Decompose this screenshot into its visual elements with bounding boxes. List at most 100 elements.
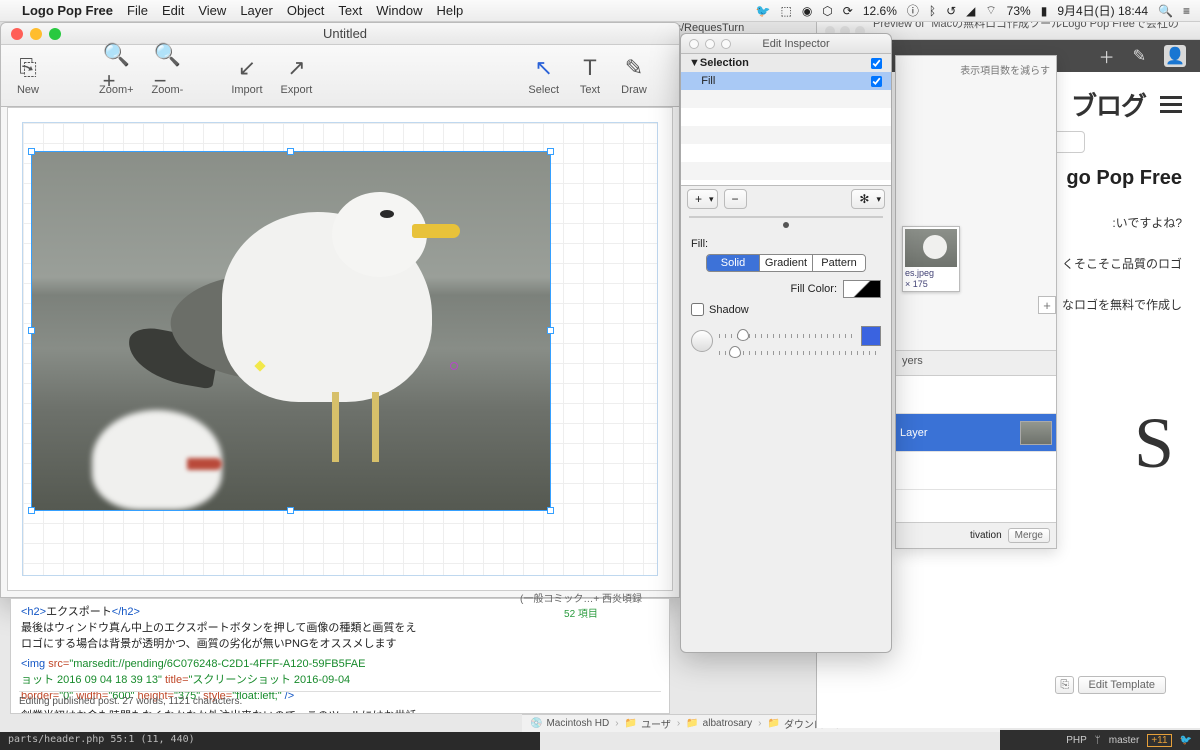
thumb-dimensions: × 175: [905, 278, 957, 289]
clock[interactable]: 9月4日(日) 18:44: [1057, 2, 1148, 19]
seg-pattern[interactable]: Pattern: [812, 255, 865, 271]
draw-button[interactable]: ✎Draw: [621, 55, 647, 96]
layer-row-empty[interactable]: [896, 376, 1056, 414]
pin-icon[interactable]: ⎘: [1055, 676, 1074, 694]
import-button[interactable]: ↙Import: [231, 55, 262, 96]
handle-nw[interactable]: [28, 148, 35, 155]
new-button[interactable]: ⎘New: [15, 55, 41, 96]
status-bar-left: parts/header.php 55:1 (11, 440): [0, 732, 540, 750]
image-thumbnail[interactable]: es.jpeg × 175: [902, 226, 960, 292]
big-letter: S: [1134, 402, 1174, 485]
handle-se[interactable]: [547, 507, 554, 514]
merge-button[interactable]: Merge: [1008, 528, 1050, 543]
lang-badge: PHP: [1066, 735, 1087, 746]
tivation-label: tivation: [970, 530, 1002, 541]
fill-color-swatch[interactable]: [843, 280, 881, 298]
add-chevron-icon[interactable]: ▾: [709, 190, 717, 208]
zoom-in-icon: 🔍+: [103, 55, 129, 81]
gear-chevron-icon[interactable]: ▾: [876, 190, 884, 208]
display-icon[interactable]: ⬚: [780, 4, 791, 18]
avatar-icon[interactable]: 👤: [1164, 45, 1186, 67]
menu-window[interactable]: Window: [376, 3, 422, 18]
selection-checkbox[interactable]: [871, 57, 882, 68]
handle-n[interactable]: [287, 148, 294, 155]
section-selection[interactable]: ▼ Selection: [681, 54, 891, 72]
battery-icon[interactable]: ▮: [1041, 4, 1048, 18]
edit-template-button[interactable]: Edit Template: [1078, 676, 1166, 694]
toolbar: ⎘New 🔍+Zoom+ 🔍−Zoom- ↙Import ↗Export ↖Se…: [1, 45, 679, 107]
zoom-in-button[interactable]: 🔍+Zoom+: [99, 55, 134, 96]
menu-edit[interactable]: Edit: [162, 3, 184, 18]
notification-icon[interactable]: ≡: [1183, 4, 1190, 18]
spotlight-icon[interactable]: 🔍: [1158, 4, 1173, 18]
cursor-icon: ↖: [531, 55, 557, 81]
angle-knob[interactable]: [691, 330, 713, 352]
center-marker[interactable]: [450, 362, 458, 370]
sync-icon[interactable]: ⟳: [843, 4, 853, 18]
git-branch-icon[interactable]: ᛘ: [1095, 735, 1101, 746]
export-button[interactable]: ↗Export: [281, 55, 313, 96]
shadow-slider-1[interactable]: [719, 334, 855, 338]
handle-w[interactable]: [28, 327, 35, 334]
canvas[interactable]: [7, 107, 673, 591]
menu-view[interactable]: View: [198, 3, 226, 18]
shadow-checkbox[interactable]: [691, 303, 704, 316]
fill-checkbox[interactable]: [871, 75, 882, 86]
menu-object[interactable]: Object: [287, 3, 325, 18]
hamburger-icon[interactable]: [1160, 96, 1182, 113]
reduce-items-link[interactable]: 表示項目数を減らす: [960, 62, 1050, 77]
dropbox-icon[interactable]: ⬡: [822, 4, 832, 18]
menu-file[interactable]: File: [127, 3, 148, 18]
thumb-filename: es.jpeg: [905, 267, 957, 278]
menu-text[interactable]: Text: [338, 3, 362, 18]
handle-e[interactable]: [547, 327, 554, 334]
app-name[interactable]: Logo Pop Free: [22, 3, 113, 18]
handle-s[interactable]: [287, 507, 294, 514]
git-diff[interactable]: +11: [1147, 734, 1171, 747]
seg-gradient[interactable]: Gradient: [759, 255, 812, 271]
text-icon: T: [577, 55, 603, 81]
handle-ne[interactable]: [547, 148, 554, 155]
add-item-button[interactable]: +: [688, 190, 709, 208]
pencil-icon[interactable]: ✎: [1133, 46, 1146, 66]
row-fill[interactable]: Fill: [681, 72, 891, 90]
gear-icon[interactable]: ✻: [852, 190, 876, 208]
cpu-percent: 12.6%: [863, 4, 897, 18]
volume-icon[interactable]: ◢: [966, 4, 975, 18]
new-icon: ⎘: [15, 55, 41, 81]
zoom-out-button[interactable]: 🔍−Zoom-: [152, 55, 184, 96]
line-icon[interactable]: ◉: [802, 4, 812, 18]
shadow-color-swatch[interactable]: [861, 326, 881, 346]
placed-image[interactable]: [32, 152, 550, 510]
blog-logo: ブログ: [1071, 86, 1146, 123]
window-title: Untitled: [11, 26, 679, 41]
twitter-small-icon[interactable]: 🐦: [1180, 735, 1192, 746]
shadow-slider-2[interactable]: [719, 351, 881, 355]
add-button[interactable]: +: [1038, 296, 1056, 314]
zoom-out-icon: 🔍−: [154, 55, 180, 81]
layer-row-empty2[interactable]: [896, 452, 1056, 490]
export-icon: ↗: [283, 55, 309, 81]
text-button[interactable]: TText: [577, 55, 603, 96]
remove-item-button[interactable]: −: [725, 190, 746, 208]
menu-help[interactable]: Help: [437, 3, 464, 18]
onepassword-icon[interactable]: ⓘ: [907, 2, 919, 19]
bluetooth-icon[interactable]: ᛒ: [929, 4, 936, 18]
twitter-icon[interactable]: 🐦: [756, 4, 771, 18]
layer-row-selected[interactable]: Layer: [896, 414, 1056, 452]
select-button[interactable]: ↖Select: [528, 55, 559, 96]
fill-color-label: Fill Color:: [791, 283, 837, 295]
handle-sw[interactable]: [28, 507, 35, 514]
folder-hint: (一般コミック…+ 西炎頃録 52 項目: [520, 590, 642, 620]
selection-box[interactable]: [31, 151, 551, 511]
plus-icon[interactable]: ＋: [1099, 44, 1115, 68]
timemachine-icon[interactable]: ↺: [946, 4, 956, 18]
git-branch[interactable]: master: [1109, 735, 1140, 746]
layers-list: Layer: [896, 376, 1056, 522]
status-bar-right: PHP ᛘ master +11 🐦: [1000, 730, 1200, 750]
wifi-icon[interactable]: ⌔: [985, 3, 996, 18]
seg-solid[interactable]: Solid: [707, 255, 759, 271]
inspector-title: Edit Inspector: [701, 38, 891, 50]
editor-status: Editing published post. 27 words, 1121 c…: [19, 691, 661, 710]
menu-layer[interactable]: Layer: [240, 3, 273, 18]
